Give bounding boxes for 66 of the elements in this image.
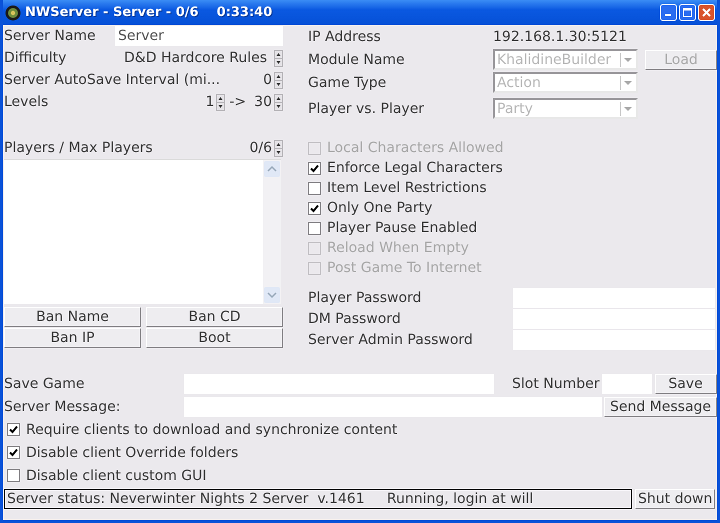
field-label: Server Name <box>4 28 96 44</box>
maximize-icon <box>683 8 692 17</box>
field-label: Server Message: <box>4 398 122 414</box>
action-button[interactable]: Boot <box>146 328 283 348</box>
scrollbar[interactable] <box>263 160 281 304</box>
scroll-down-icon[interactable] <box>264 287 280 303</box>
checkbox[interactable] <box>7 469 20 482</box>
checkbox[interactable] <box>308 202 321 214</box>
checkbox[interactable] <box>308 182 321 194</box>
checkbox-label: Post Game To Internet <box>327 260 482 276</box>
checkbox-label: Item Level Restrictions <box>327 180 487 196</box>
spin-buttons[interactable] <box>216 94 226 110</box>
action-button[interactable]: Ban IP <box>4 328 141 348</box>
field-label: Save Game <box>4 376 86 392</box>
spinner-value: D&D Hardcore Rules <box>124 50 268 66</box>
maximize-button[interactable] <box>679 4 696 21</box>
field-label: Difficulty <box>4 50 66 66</box>
field-label: Player vs. Player <box>308 100 426 116</box>
spin-buttons[interactable] <box>274 140 283 156</box>
checkbox-label: Enforce Legal Characters <box>327 160 503 176</box>
checkbox[interactable] <box>308 162 321 174</box>
window-title: NWServer - Server - 0/6 0:33:40 <box>25 5 272 20</box>
server-name-field[interactable]: Server <box>115 26 283 46</box>
scroll-up-icon[interactable] <box>264 161 280 177</box>
status-text: Server status: Neverwinter Nights 2 Server v.1461 Running, login at will <box>4 489 632 509</box>
field-label: Module Name <box>308 52 406 68</box>
field-label: Player Password <box>308 290 422 306</box>
checkbox-label: Local Characters Allowed <box>327 140 504 156</box>
dropdown-arrow-icon <box>620 52 635 66</box>
checkbox-label: Disable client Override folders <box>26 444 238 460</box>
checkbox-label: Only One Party <box>327 200 432 216</box>
field-label: IP Address <box>308 28 382 44</box>
range-arrow: -> <box>229 94 246 110</box>
close-icon <box>702 8 711 17</box>
dropdown-arrow-icon <box>620 102 635 116</box>
spinner-value: 0/6 <box>249 140 272 156</box>
spinner-value: 0 <box>263 72 272 88</box>
spinner-value: 1 <box>205 94 214 110</box>
field-label: Players / Max Players <box>4 140 153 156</box>
ip-address: 192.168.1.30:5121 <box>493 28 627 44</box>
send-message-button[interactable]: Send Message <box>604 396 717 416</box>
spin-buttons[interactable] <box>274 50 283 66</box>
field-label: Server AutoSave Interval (mi... <box>4 72 220 88</box>
action-button[interactable]: Ban CD <box>146 307 283 327</box>
field-label: Game Type <box>308 74 388 90</box>
spinner-value: 30 <box>254 94 272 110</box>
checkbox-label: Disable client custom GUI <box>26 468 207 484</box>
action-button[interactable]: Ban Name <box>4 307 141 327</box>
field-label: Levels <box>4 94 48 110</box>
checkbox[interactable] <box>7 423 20 436</box>
minimize-button[interactable] <box>660 4 677 21</box>
shut-down-button[interactable]: Shut down <box>635 489 715 509</box>
spin-buttons[interactable] <box>274 94 283 110</box>
field-label: DM Password <box>308 310 402 326</box>
checkbox[interactable] <box>7 446 20 459</box>
checkbox-label: Player Pause Enabled <box>327 220 478 236</box>
field-label: Slot Number <box>512 376 600 392</box>
checkbox[interactable] <box>308 222 321 234</box>
spin-buttons[interactable] <box>274 72 283 88</box>
save-button[interactable]: Save <box>654 374 717 394</box>
app-icon <box>5 4 21 20</box>
close-button[interactable] <box>698 4 715 21</box>
checkbox-label: Require clients to download and synchronize content <box>26 422 398 438</box>
dropdown-arrow-icon <box>620 76 635 90</box>
checkbox-label: Reload When Empty <box>327 240 469 256</box>
field-label: Server Admin Password <box>308 332 474 348</box>
